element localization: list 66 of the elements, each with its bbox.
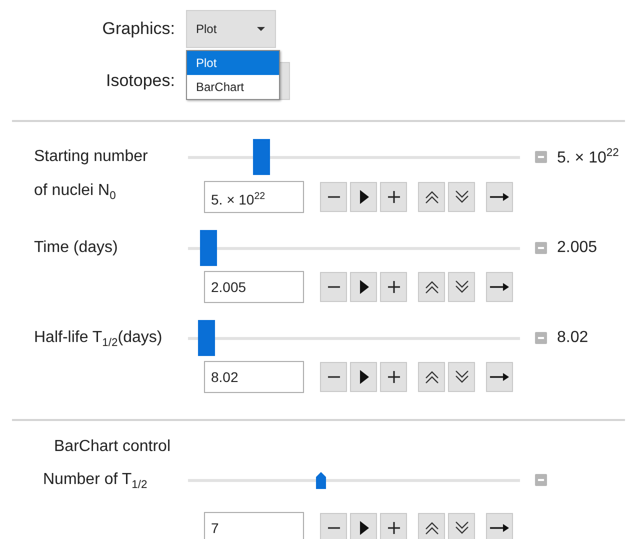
double-chevron-down-icon: [454, 521, 470, 536]
increment-button[interactable]: [380, 362, 407, 392]
caret-icon: [257, 27, 265, 31]
slider-thumb[interactable]: [198, 320, 216, 356]
play-button[interactable]: [350, 182, 377, 212]
menu-item[interactable]: BarChart: [187, 75, 279, 99]
input-field[interactable]: 8.02: [204, 361, 304, 394]
play-icon: [358, 370, 368, 384]
slider-thumb[interactable]: [200, 230, 217, 266]
plus-icon: [388, 522, 400, 534]
direction-button[interactable]: [486, 182, 513, 212]
double-chevron-up-icon: [424, 190, 440, 204]
slider-value: 5. × 10$^{22}$: [557, 146, 619, 168]
minus-box-icon: [535, 151, 547, 163]
play-icon: [358, 190, 368, 204]
slider-label: Time (days): [34, 238, 119, 258]
double-chevron-down-icon: [454, 370, 470, 384]
faster-button[interactable]: [418, 362, 445, 392]
increment-button[interactable]: [380, 182, 407, 212]
direction-button[interactable]: [486, 272, 513, 302]
faster-button[interactable]: [418, 182, 445, 212]
play-icon: [358, 280, 368, 294]
minus-icon: [328, 527, 340, 530]
dropdown[interactable]: Plot: [186, 10, 276, 48]
plus-icon: [388, 190, 400, 203]
slider-value: 8.02: [557, 329, 588, 348]
field-label: Graphics:: [101, 19, 175, 39]
play-button[interactable]: [350, 362, 377, 392]
slider-thumb[interactable]: [253, 139, 270, 175]
double-chevron-up-icon: [424, 370, 440, 384]
increment-button[interactable]: [380, 513, 407, 539]
input-field[interactable]: 7: [204, 512, 304, 539]
direction-button[interactable]: [486, 513, 513, 539]
minus-box-icon: [535, 474, 547, 486]
direction-button[interactable]: [486, 362, 513, 392]
increment-button[interactable]: [380, 272, 407, 302]
slower-button[interactable]: [448, 513, 475, 539]
slider-value: 2.005: [557, 239, 598, 258]
double-chevron-down-icon: [454, 280, 470, 294]
slider-label: Starting number of nuclei N$_{0}$: [34, 147, 149, 204]
slider-label: Number of T$_{1/2}$: [43, 470, 148, 494]
plus-icon: [388, 281, 400, 294]
faster-button[interactable]: [418, 272, 445, 302]
slower-button[interactable]: [448, 362, 475, 392]
input-field[interactable]: 5. × 10$^{22}$: [204, 180, 304, 213]
double-chevron-up-icon: [424, 280, 440, 294]
input-field[interactable]: 2.005: [204, 271, 304, 304]
double-chevron-up-icon: [424, 521, 440, 536]
minus-box-icon: [535, 332, 547, 344]
play-button[interactable]: [350, 272, 377, 302]
double-chevron-down-icon: [454, 190, 470, 204]
section-title: BarChart control: [53, 437, 172, 458]
slider-label: Half-life T$_{1/2}$(days): [34, 328, 164, 352]
slider-thumb[interactable]: [316, 472, 326, 489]
menu-item[interactable]: Plot: [187, 51, 279, 75]
minus-icon: [328, 376, 340, 378]
play-icon: [358, 521, 368, 536]
plus-icon: [388, 371, 400, 384]
play-button[interactable]: [350, 513, 377, 539]
slower-button[interactable]: [448, 182, 475, 212]
faster-button[interactable]: [418, 513, 445, 539]
minus-box-icon: [535, 242, 547, 254]
field-label: Isotopes:: [105, 71, 175, 91]
minus-icon: [328, 286, 340, 288]
slower-button[interactable]: [448, 272, 475, 302]
minus-icon: [328, 196, 340, 198]
